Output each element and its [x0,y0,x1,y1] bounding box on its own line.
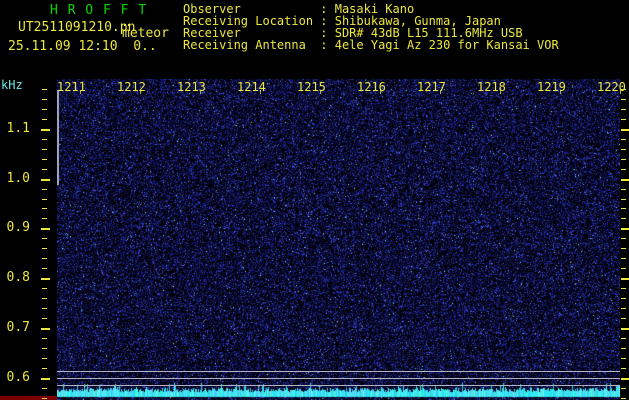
info-separator: : [320,38,335,52]
y-tick-right [621,139,626,140]
y-tick-right [621,278,629,280]
app-title: H R O F F T [50,3,148,18]
y-tick-label: 0.8 [6,270,30,285]
left-edge-marker-line [57,90,59,185]
y-tick-right [621,358,626,359]
y-axis-unit-label: kHz [1,78,23,92]
y-tick-left [41,228,50,230]
y-tick-right [621,318,626,319]
y-tick-right [621,179,629,181]
y-tick-left [42,398,47,399]
y-tick-left [42,208,47,209]
x-tick-label: 1212 [117,80,146,94]
y-tick-left [42,139,47,140]
y-tick-right [621,308,626,309]
station-info-block: Observer: Masaki Kano Receiving Location:… [183,3,559,51]
y-tick-right [621,238,626,239]
y-tick-left [41,328,50,330]
y-tick-left [42,358,47,359]
y-tick-right [621,258,626,259]
y-tick-left [41,179,50,181]
y-tick-right [621,328,629,330]
y-tick-label: 0.7 [6,320,30,335]
y-tick-left [42,288,47,289]
y-tick-left [42,298,47,299]
x-tick-label: 1220 [597,80,626,94]
y-tick-left [42,308,47,309]
y-tick-left [42,109,47,110]
output-filename: UT2511091210.pn [18,20,136,35]
y-tick-label: 0.6 [6,370,30,385]
y-tick-right [621,228,629,230]
y-tick-right [621,268,626,269]
y-tick-right [621,159,626,160]
y-tick-left [42,248,47,249]
y-tick-left [42,218,47,219]
y-tick-right [621,199,626,200]
y-tick-right [621,169,626,170]
y-tick-left [41,129,50,131]
y-tick-left [42,368,47,369]
station-info-row: Receiving Antenna: 4ele Yagi Az 230 for … [183,39,559,51]
info-label: Receiving Antenna [183,38,306,52]
y-tick-left [42,119,47,120]
info-value: 4ele Yagi Az 230 for Kansai VOR [334,38,559,52]
y-tick-label: 1.1 [6,121,30,136]
y-tick-right [621,99,626,100]
y-tick-left [42,388,47,389]
y-tick-right [621,288,626,289]
y-tick-right [621,378,629,380]
y-tick-right [621,338,626,339]
x-tick-label: 1216 [357,80,386,94]
y-tick-right [621,119,626,120]
x-tick-label: 1215 [297,80,326,94]
datetime-counter-line: 25.11.09 12:10 0.. [8,39,157,54]
y-tick-right [621,388,626,389]
y-tick-right [621,298,626,299]
y-tick-left [42,89,47,90]
x-tick-label: 1213 [177,80,206,94]
y-tick-left [42,258,47,259]
y-tick-left [42,238,47,239]
y-tick-right [621,208,626,209]
y-tick-right [621,129,629,131]
y-tick-label: 0.9 [6,220,30,235]
spectrogram-canvas [57,79,620,400]
y-tick-right [621,109,626,110]
y-tick-left [42,149,47,150]
x-tick-label: 1219 [537,80,566,94]
hrofft-screen: H R O F F T UT2511091210.pn meteor 25.11… [0,0,629,400]
x-tick-label: 1211 [57,80,86,94]
y-tick-right [621,248,626,249]
x-tick-label: 1217 [417,80,446,94]
y-tick-left [42,159,47,160]
y-tick-label: 1.0 [6,171,30,186]
reference-line-middle [57,378,620,379]
y-tick-left [42,348,47,349]
y-tick-left [42,199,47,200]
y-tick-left [41,278,50,280]
x-tick-label: 1214 [237,80,266,94]
y-tick-left [42,189,47,190]
reference-line-upper [57,371,620,372]
y-tick-left [42,318,47,319]
y-tick-right [621,348,626,349]
y-tick-left [42,99,47,100]
y-tick-left [42,169,47,170]
x-tick-label: 1218 [477,80,506,94]
y-tick-right [621,189,626,190]
long-echo-indicator-block [0,396,57,400]
y-tick-left [42,338,47,339]
reference-line-lower [57,385,620,386]
y-tick-left [41,378,50,380]
y-tick-right [621,368,626,369]
y-tick-left [42,268,47,269]
y-tick-right [621,218,626,219]
y-tick-right [621,149,626,150]
y-tick-right [621,398,626,399]
